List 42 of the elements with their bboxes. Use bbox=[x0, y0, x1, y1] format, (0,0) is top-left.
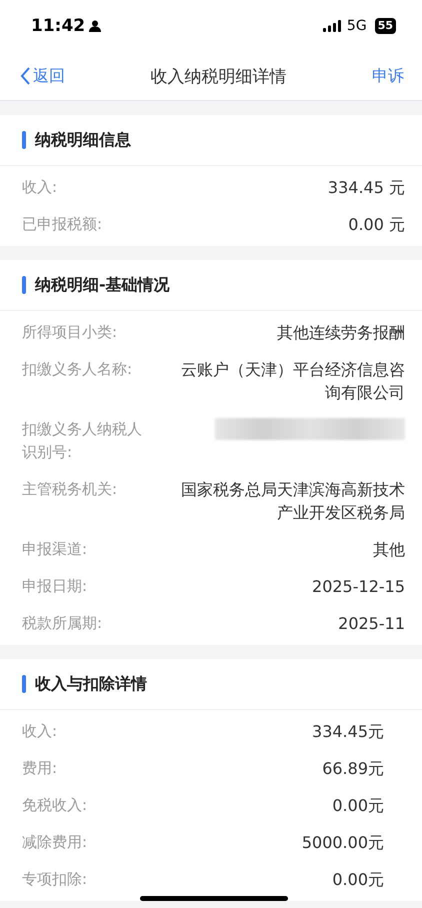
section-title: 收入与扣除详情 bbox=[35, 674, 147, 694]
field-value: 334.45元 bbox=[312, 721, 384, 743]
field-label: 收入: bbox=[22, 177, 58, 198]
field-value: 0.00元 bbox=[332, 795, 384, 817]
network-label: 5G bbox=[346, 18, 367, 34]
field-label: 收入: bbox=[22, 721, 58, 742]
field-label: 免税收入: bbox=[22, 795, 88, 816]
accent-bar bbox=[22, 131, 26, 149]
status-time: 11:42 bbox=[31, 16, 86, 36]
field-value: 2025-11 bbox=[338, 613, 405, 635]
field-label: 所得项目小类: bbox=[22, 322, 118, 343]
field-value: 5000.00元 bbox=[302, 832, 384, 854]
field-value: 云账户（天津）平台经济信息咨询有限公司 bbox=[180, 359, 405, 404]
field-label: 扣缴义务人名称: bbox=[22, 359, 134, 380]
back-chevron-icon bbox=[20, 67, 31, 85]
field-label: 专项扣除: bbox=[22, 869, 88, 890]
section-title: 纳税明细信息 bbox=[35, 130, 131, 150]
battery-icon: 55 bbox=[374, 18, 396, 34]
page-title: 收入纳税明细详情 bbox=[150, 66, 288, 88]
field-label: 申报日期: bbox=[22, 576, 88, 597]
accent-bar bbox=[22, 276, 26, 294]
back-button[interactable]: 返回 bbox=[20, 66, 65, 86]
field-label: 税款所属期: bbox=[22, 613, 104, 634]
field-label: 主管税务机关: bbox=[22, 479, 118, 500]
field-value: 其他连续劳务报酬 bbox=[277, 322, 405, 344]
field-value: 0.00 元 bbox=[348, 214, 405, 236]
accent-bar bbox=[22, 675, 26, 693]
appeal-button[interactable]: 申诉 bbox=[372, 66, 404, 86]
field-value: 334.45 元 bbox=[328, 177, 405, 199]
field-value: 国家税务总局天津滨海高新技术产业开发区税务局 bbox=[180, 479, 405, 524]
field-label: 已申报税额: bbox=[22, 214, 104, 235]
field-label: 费用: bbox=[22, 758, 58, 779]
field-value: 其他 bbox=[373, 539, 405, 561]
field-value: 2025-12-15 bbox=[312, 576, 405, 598]
field-label: 扣缴义务人纳税人识别号: bbox=[22, 419, 143, 463]
person-icon bbox=[89, 20, 102, 32]
section-title: 纳税明细-基础情况 bbox=[35, 274, 170, 296]
signal-icon bbox=[322, 20, 341, 32]
field-label: 减除费用: bbox=[22, 832, 88, 853]
field-label: 申报渠道: bbox=[22, 539, 88, 560]
field-value: 0.00元 bbox=[332, 869, 384, 891]
field-value: 66.89元 bbox=[322, 758, 384, 780]
